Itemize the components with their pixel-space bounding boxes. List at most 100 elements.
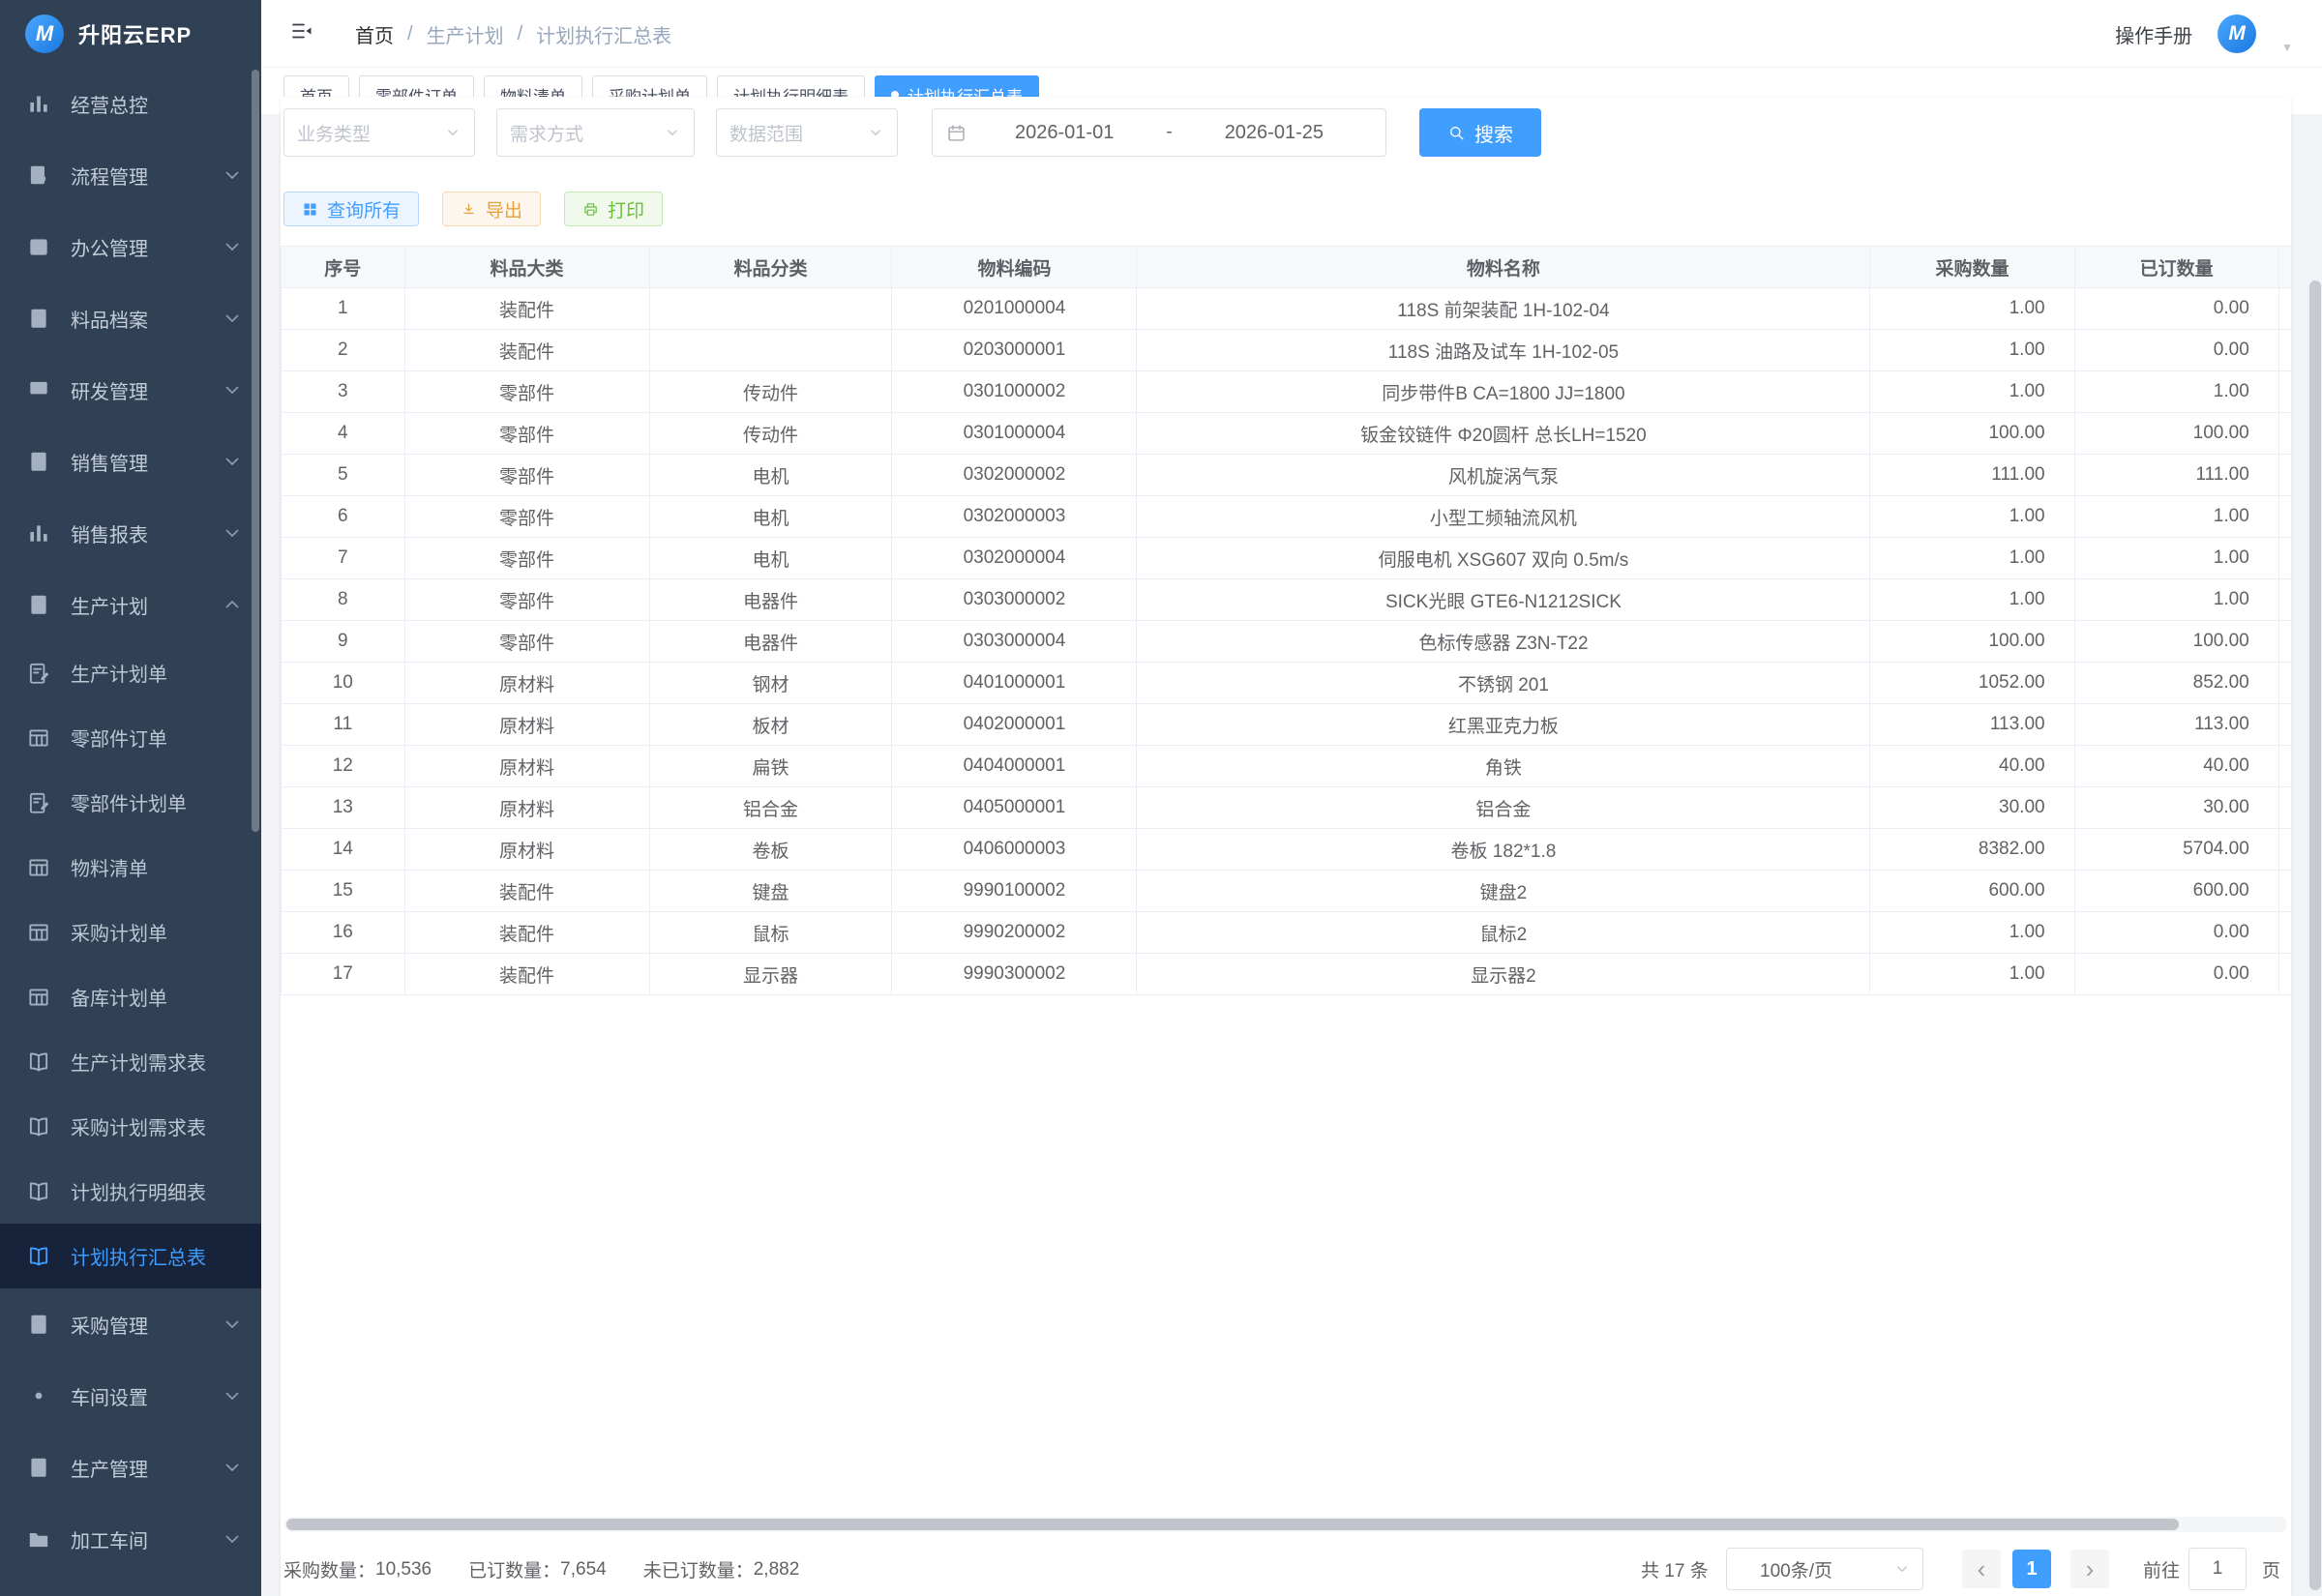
demand-mode-select[interactable]: 需求方式 <box>496 108 695 157</box>
totals-summary: 采购数量： 10,536 已订数量： 7,654 未已订数量： 2,882 <box>283 1543 799 1596</box>
chevron-icon <box>221 1527 244 1551</box>
cell-category: 原材料 <box>404 704 649 746</box>
sidebar-item[interactable]: 经营总控 <box>0 68 261 139</box>
cell-name: 同步带件B CA=1800 JJ=1800 <box>1137 371 1870 413</box>
cell-subclass: 电器件 <box>649 621 892 663</box>
sidebar-subitem-label: 物料清单 <box>71 853 244 881</box>
sidebar-item[interactable]: 加工车间 <box>0 1503 261 1575</box>
table-row[interactable]: 10 原材料 钢材 0401000001 不锈钢 201 1052.00 852… <box>282 663 2292 704</box>
date-range-picker[interactable]: 2026-01-01 - 2026-01-25 <box>932 108 1386 157</box>
data-range-select[interactable]: 数据范围 <box>716 108 898 157</box>
cell-purchase-qty: 1.00 <box>1870 371 2074 413</box>
date-start-value[interactable]: 2026-01-01 <box>967 122 1162 144</box>
sidebar-item[interactable]: 生产计划 <box>0 569 261 640</box>
export-button[interactable]: 导出 <box>442 192 541 226</box>
avatar[interactable]: M <box>2218 15 2256 53</box>
cell-ordered-qty: 852.00 <box>2074 663 2278 704</box>
cell-index: 9 <box>282 621 405 663</box>
horizontal-scrollbar-thumb[interactable] <box>286 1519 2179 1530</box>
table-row[interactable]: 16 装配件 鼠标 9990200002 鼠标2 1.00 0.00 <box>282 912 2292 954</box>
submenu-icon <box>26 725 51 751</box>
sidebar-subitem[interactable]: 计划执行明细表 <box>0 1159 261 1224</box>
table-row[interactable]: 6 零部件 电机 0302000003 小型工频轴流风机 1.00 1.00 <box>282 496 2292 538</box>
chevron-down-icon <box>867 124 884 141</box>
table-row[interactable]: 8 零部件 电器件 0303000002 SICK光眼 GTE6-N1212SI… <box>282 579 2292 621</box>
cell-purchase-qty: 113.00 <box>1870 704 2074 746</box>
sidebar-subitem[interactable]: 计划执行汇总表 <box>0 1224 261 1288</box>
table-row[interactable]: 14 原材料 卷板 0406000003 卷板 182*1.8 8382.00 … <box>282 829 2292 871</box>
table-row[interactable]: 15 装配件 键盘 9990100002 键盘2 600.00 600.00 <box>282 871 2292 912</box>
breadcrumb-home[interactable]: 首页 <box>355 20 394 48</box>
cell-category: 零部件 <box>404 621 649 663</box>
chevron-icon <box>221 163 244 187</box>
column-header: 料品分类 <box>649 247 892 288</box>
table-row[interactable]: 4 零部件 传动件 0301000004 钣金铰链件 Φ20圆杆 总长LH=15… <box>282 413 2292 455</box>
table-row[interactable]: 12 原材料 扁铁 0404000001 角铁 40.00 40.00 <box>282 746 2292 787</box>
table-row[interactable]: 9 零部件 电器件 0303000004 色标传感器 Z3N-T22 100.0… <box>282 621 2292 663</box>
summary-value: 2,882 <box>754 1559 800 1581</box>
cell-name: 鼠标2 <box>1137 912 1870 954</box>
breadcrumb-section[interactable]: 生产计划 <box>427 20 504 48</box>
sidebar-subitem[interactable]: 备库计划单 <box>0 964 261 1029</box>
sidebar-item[interactable]: 生产管理 <box>0 1432 261 1503</box>
date-end-value[interactable]: 2026-01-25 <box>1176 122 1372 144</box>
cell-ordered-qty: 0.00 <box>2074 330 2278 371</box>
vertical-scrollbar-thumb[interactable] <box>2309 281 2321 1590</box>
sidebar-item[interactable]: 料品档案 <box>0 282 261 354</box>
table-row[interactable]: 13 原材料 铝合金 0405000001 铝合金 30.00 30.00 <box>282 787 2292 829</box>
business-type-select[interactable]: 业务类型 <box>283 108 475 157</box>
submenu-icon <box>26 661 51 686</box>
table-row[interactable]: 17 装配件 显示器 9990300002 显示器2 1.00 0.00 <box>282 954 2292 995</box>
sidebar-subitem[interactable]: 采购计划需求表 <box>0 1094 261 1159</box>
grid-icon <box>302 201 318 218</box>
cell-purchase-qty: 1.00 <box>1870 496 2074 538</box>
cell-purchase-qty: 1.00 <box>1870 288 2074 330</box>
business-type-placeholder: 业务类型 <box>297 120 371 146</box>
sidebar-item[interactable]: 采购管理 <box>0 1288 261 1360</box>
prev-page-button[interactable]: ‹ <box>1962 1550 2001 1588</box>
sidebar-subitem[interactable]: 零部件订单 <box>0 705 261 770</box>
cell-subclass: 传动件 <box>649 371 892 413</box>
current-page-button[interactable]: 1 <box>2012 1550 2051 1588</box>
chevron-icon <box>221 1456 244 1479</box>
sidebar-subitem[interactable]: 采购计划单 <box>0 900 261 964</box>
sidebar-subitem[interactable]: 物料清单 <box>0 835 261 900</box>
table-row[interactable]: 7 零部件 电机 0302000004 伺服电机 XSG607 双向 0.5m/… <box>282 538 2292 579</box>
sidebar-item[interactable]: 销售报表 <box>0 497 261 569</box>
cell-subclass <box>649 288 892 330</box>
sidebar-item[interactable]: 办公管理 <box>0 211 261 282</box>
sidebar-subitem[interactable]: 零部件计划单 <box>0 770 261 835</box>
sidebar-subitem[interactable]: 生产计划单 <box>0 640 261 705</box>
menu-icon <box>26 520 51 546</box>
cell-code: 0302000004 <box>892 538 1137 579</box>
sidebar-subitem[interactable]: 生产计划需求表 <box>0 1029 261 1094</box>
goto-page-input[interactable] <box>2188 1548 2247 1590</box>
sidebar-subitem-label: 采购计划需求表 <box>71 1112 244 1140</box>
sidebar-item[interactable]: 车间设置 <box>0 1360 261 1432</box>
sidebar-scrollbar[interactable] <box>252 70 259 832</box>
dropdown-caret-icon[interactable]: ▼ <box>2281 41 2293 54</box>
sidebar-item[interactable]: 流程管理 <box>0 139 261 211</box>
cell-category: 原材料 <box>404 787 649 829</box>
cell-purchase-qty: 1.00 <box>1870 330 2074 371</box>
table-row[interactable]: 2 装配件 0203000001 118S 油路及试车 1H-102-05 1.… <box>282 330 2292 371</box>
cell-category: 零部件 <box>404 496 649 538</box>
content-panel: 业务类型 需求方式 数据范围 2026-01-01 - 2026-01-25 搜… <box>281 97 2291 1596</box>
collapse-sidebar-icon[interactable] <box>290 19 313 43</box>
search-button[interactable]: 搜索 <box>1419 108 1541 157</box>
next-page-button[interactable]: › <box>2070 1550 2109 1588</box>
cell-subclass: 传动件 <box>649 413 892 455</box>
sidebar-item[interactable]: 研发管理 <box>0 354 261 426</box>
print-button[interactable]: 打印 <box>564 192 663 226</box>
table-row[interactable]: 3 零部件 传动件 0301000002 同步带件B CA=1800 JJ=18… <box>282 371 2292 413</box>
table-row[interactable]: 11 原材料 板材 0402000001 红黑亚克力板 113.00 113.0… <box>282 704 2292 746</box>
help-manual-link[interactable]: 操作手册 <box>2115 20 2192 48</box>
sidebar-item-label: 料品档案 <box>71 305 221 333</box>
table-row[interactable]: 1 装配件 0201000004 118S 前架装配 1H-102-04 1.0… <box>282 288 2292 330</box>
table-row[interactable]: 5 零部件 电机 0302000002 风机旋涡气泵 111.00 111.00 <box>282 455 2292 496</box>
query-all-button[interactable]: 查询所有 <box>283 192 419 226</box>
cell-code: 0203000001 <box>892 330 1137 371</box>
page-size-select[interactable]: 100条/页 <box>1726 1548 1923 1590</box>
sidebar-item[interactable]: 销售管理 <box>0 426 261 497</box>
chevron-icon <box>221 593 244 616</box>
